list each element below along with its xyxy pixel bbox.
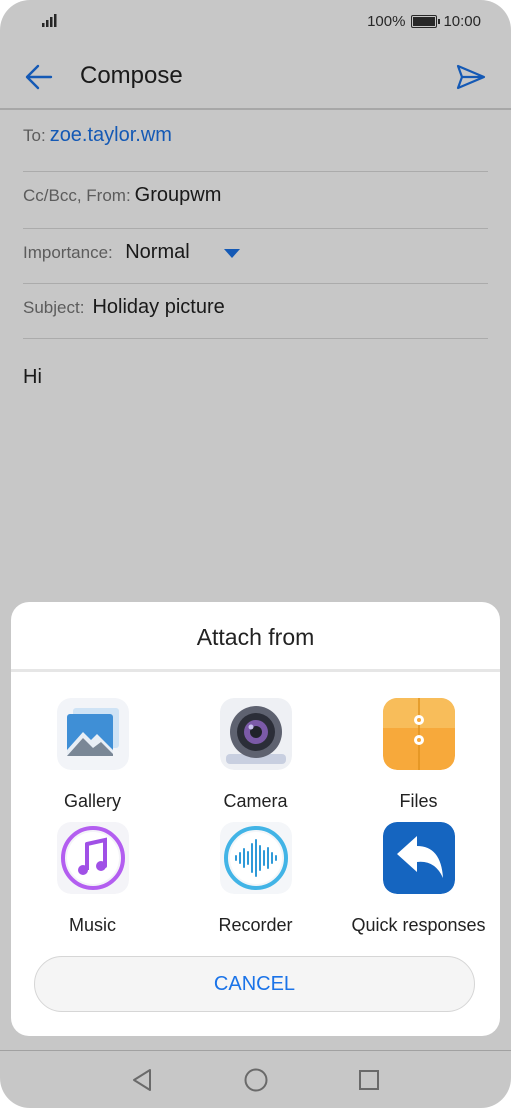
divider	[11, 669, 500, 672]
attach-quick-responses[interactable]: Quick responses	[337, 822, 500, 936]
attach-camera[interactable]: Camera	[174, 698, 337, 812]
attach-label: Gallery	[63, 791, 121, 811]
attach-from-sheet: Attach from Gallery Camera Files Music R…	[11, 602, 500, 1036]
attach-recorder[interactable]: Recorder	[174, 822, 337, 936]
attach-label: Recorder	[218, 915, 293, 935]
recorder-icon	[219, 822, 292, 894]
cancel-button[interactable]: CANCEL	[34, 956, 475, 1012]
quick-responses-icon	[382, 822, 455, 894]
camera-icon	[219, 698, 292, 770]
attach-label: Files	[399, 791, 438, 811]
gallery-icon	[56, 698, 129, 770]
attach-label: Quick responses	[351, 915, 486, 935]
files-icon	[382, 698, 455, 770]
phone-screen: 100% 10:00 Compose To: zoe.taylor.wm Cc/B…	[0, 0, 511, 1108]
attach-music[interactable]: Music	[11, 822, 174, 936]
attach-label: Music	[68, 915, 116, 935]
sheet-title: Attach from	[196, 624, 315, 650]
attach-files[interactable]: Files	[337, 698, 500, 812]
music-icon	[56, 822, 129, 894]
attach-gallery[interactable]: Gallery	[11, 698, 174, 812]
attach-label: Camera	[223, 791, 288, 811]
